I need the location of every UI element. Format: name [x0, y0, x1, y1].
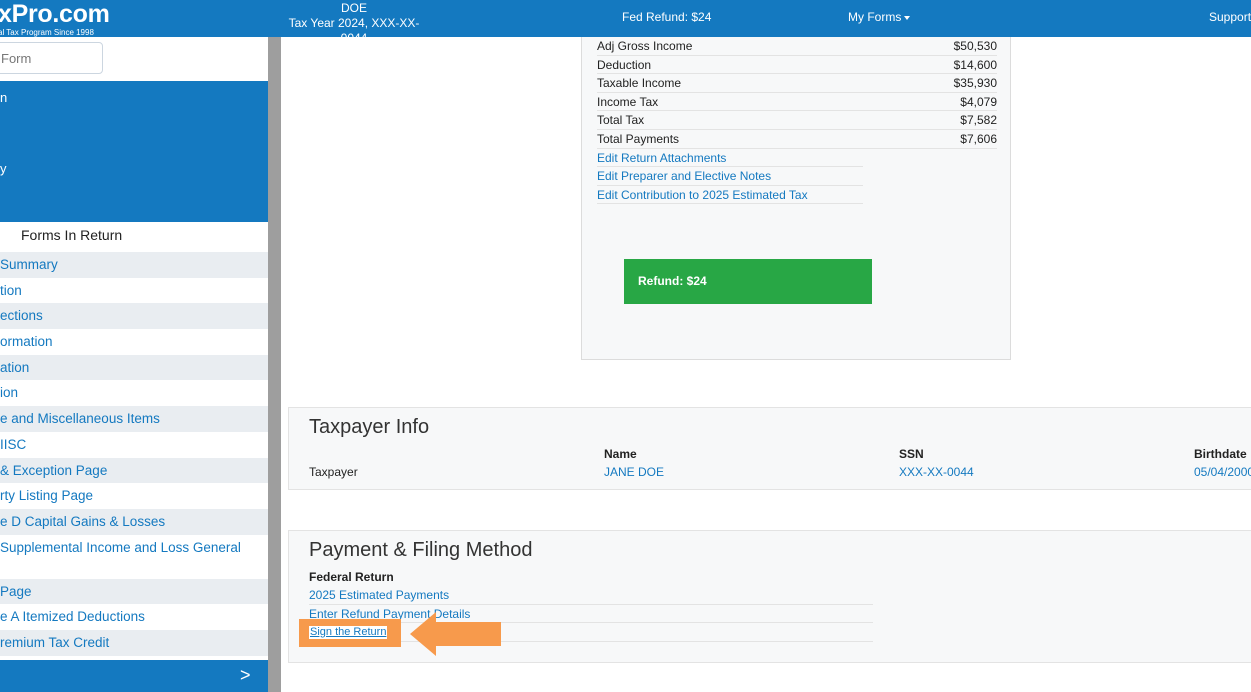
taxpayer-name-link[interactable]: JANE DOE [604, 465, 664, 479]
ssn-column-header: SSN [899, 447, 924, 461]
form-list-item[interactable]: rty Listing Page [0, 483, 268, 509]
summary-row-agi: Adj Gross Income $50,530 [597, 37, 997, 56]
fed-refund-status: Fed Refund: $24 [622, 10, 712, 24]
support-link[interactable]: Support [1209, 10, 1251, 24]
edit-preparer-notes-link[interactable]: Edit Preparer and Elective Notes [597, 167, 863, 186]
summary-label: Deduction [597, 57, 652, 72]
name-column-header: Name [604, 447, 637, 461]
sidebar-nav-item[interactable]: y [0, 161, 7, 176]
taxpayer-ssn-link[interactable]: XXX-XX-0044 [899, 465, 974, 479]
summary-label: Total Payments [597, 132, 680, 146]
summary-value: $7,582 [960, 113, 997, 128]
summary-row-deduction: Deduction $14,600 [597, 56, 997, 75]
summary-row-total-payments: Total Payments $7,606 [597, 130, 997, 149]
summary-label: Total Tax [597, 113, 645, 128]
refund-badge: Refund: $24 [624, 259, 872, 304]
form-search-input[interactable] [0, 42, 103, 74]
form-list-item[interactable]: remium Tax Credit [0, 629, 268, 656]
taxpayer-last-name: DOE [340, 1, 367, 15]
logo[interactable]: xPro.com al Tax Program Since 1998 [0, 0, 110, 37]
form-list-item[interactable]: e and Miscellaneous Items [0, 406, 268, 432]
taxpayer-birthdate-link[interactable]: 05/04/2000 [1194, 465, 1251, 479]
form-search-area [0, 37, 268, 81]
summary-value: $35,930 [953, 76, 997, 91]
form-list-item[interactable]: e A Itemized Deductions [0, 604, 268, 630]
birthdate-column-header: Birthdate [1194, 447, 1247, 461]
top-navbar: xPro.com al Tax Program Since 1998 DOE T… [0, 0, 1251, 45]
sidebar-nav-block: n y [0, 81, 268, 222]
form-list-item[interactable]: ormation [0, 329, 268, 355]
form-list-item[interactable]: Page [0, 578, 268, 605]
taxpayer-info-title: Taxpayer Info [309, 416, 430, 438]
sidebar-scrollbar[interactable] [268, 37, 281, 692]
summary-row-income-tax: Income Tax $4,079 [597, 93, 997, 112]
summary-value: $4,079 [960, 94, 997, 109]
estimated-payments-link[interactable]: 2025 Estimated Payments [309, 586, 873, 605]
form-list-item[interactable]: Summary [0, 252, 268, 278]
federal-return-heading: Federal Return [309, 570, 394, 584]
summary-value: $14,600 [953, 57, 997, 72]
logo-text: xPro.com [0, 0, 110, 28]
edit-return-attachments-link[interactable]: Edit Return Attachments [597, 149, 863, 168]
forms-list: Summary tion ections ormation ation ion … [0, 252, 268, 656]
sidebar-expand-bar[interactable]: > [0, 660, 268, 692]
summary-row-taxable-income: Taxable Income $35,930 [597, 74, 997, 93]
tax-year-ssn: Tax Year 2024, XXX-XX-0044 [288, 16, 420, 45]
summary-row-total-tax: Total Tax $7,582 [597, 111, 997, 130]
form-list-item[interactable]: IISC [0, 432, 268, 458]
form-list-item[interactable]: tion [0, 278, 268, 304]
sidebar-nav-item[interactable]: n [0, 90, 7, 105]
form-list-item[interactable]: & Exception Page [0, 457, 268, 484]
form-list-item[interactable]: ion [0, 380, 268, 406]
pointer-arrow-icon [410, 612, 501, 656]
form-list-item[interactable]: ections [0, 303, 268, 330]
summary-label: Taxable Income [597, 76, 682, 91]
chevron-right-icon[interactable]: > [240, 665, 251, 686]
forms-in-return-header: Forms In Return [0, 222, 268, 249]
edit-estimated-tax-contribution-link[interactable]: Edit Contribution to 2025 Estimated Tax [597, 186, 863, 205]
summary-value: $7,606 [960, 132, 997, 146]
form-list-item[interactable]: ation [0, 354, 268, 381]
taxpayer-info-panel: Taxpayer Info Name SSN Birthdate Taxpaye… [288, 407, 1251, 490]
my-forms-label: My Forms [848, 10, 902, 24]
summary-value: $50,530 [953, 39, 997, 53]
summary-label: Income Tax [597, 94, 659, 109]
form-list-item[interactable]: Supplemental Income and Loss General [0, 535, 268, 579]
forms-in-return-title: Forms In Return [21, 227, 123, 243]
payment-filing-title: Payment & Filing Method [309, 539, 533, 561]
my-forms-dropdown[interactable]: My Forms [848, 10, 911, 24]
form-list-item[interactable]: e D Capital Gains & Losses [0, 508, 268, 535]
taxpayer-row-label: Taxpayer [309, 465, 358, 479]
summary-label: Adj Gross Income [597, 39, 693, 53]
sign-the-return-link[interactable]: Sign the Return [309, 626, 388, 639]
caret-down-icon [904, 15, 911, 20]
return-summary-panel: Adj Gross Income $50,530 Deduction $14,6… [581, 37, 1011, 360]
logo-tagline: al Tax Program Since 1998 [0, 28, 94, 37]
sidebar: n y Forms In Return Summary tion ections… [0, 37, 268, 692]
return-identity: DOE Tax Year 2024, XXX-XX-0044 [276, 1, 432, 46]
